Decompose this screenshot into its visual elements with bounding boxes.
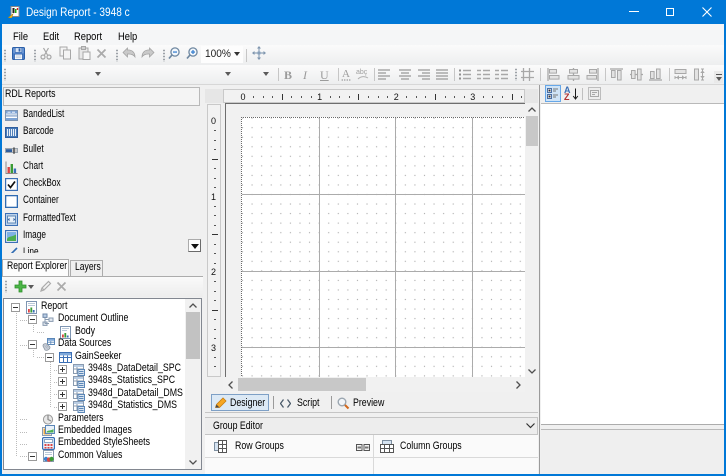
svg-text:abç: abç bbox=[356, 69, 368, 76]
